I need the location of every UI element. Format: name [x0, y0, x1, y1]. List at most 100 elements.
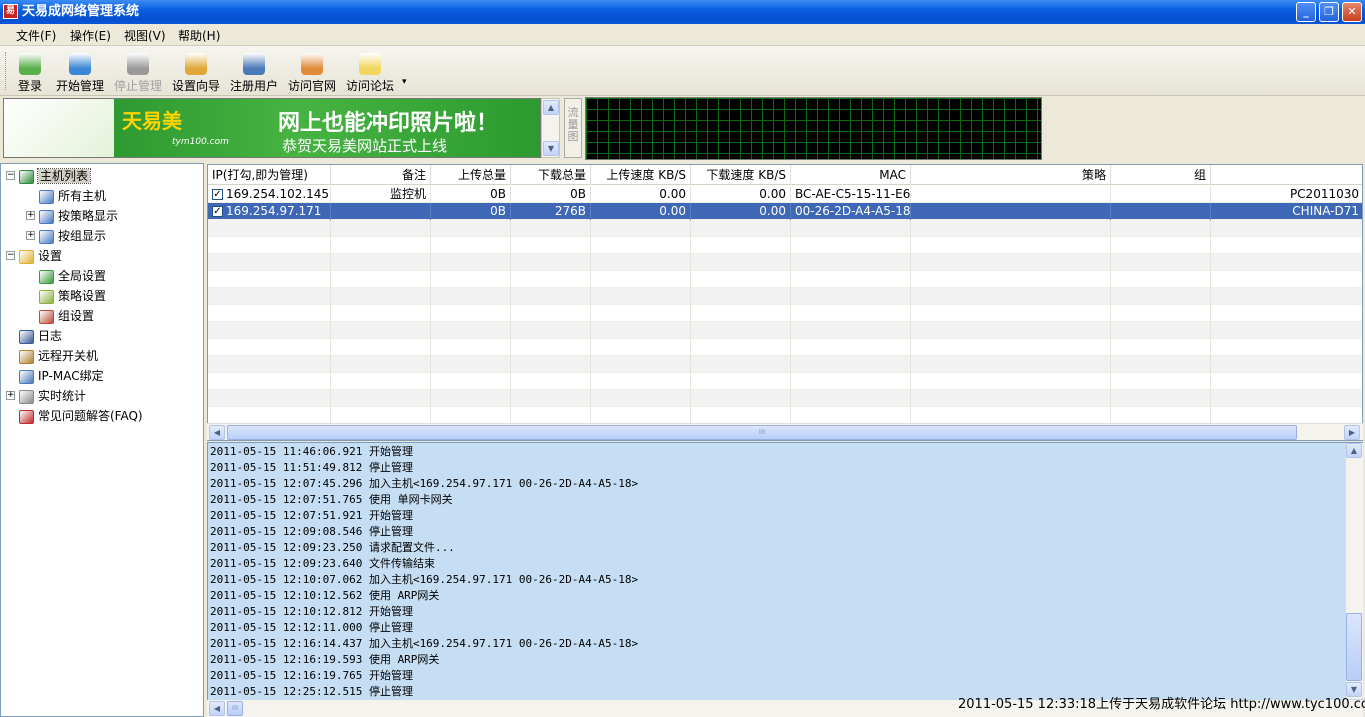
table-cell — [911, 186, 1111, 203]
table-row[interactable] — [208, 339, 1362, 356]
faq-icon — [19, 409, 34, 424]
table-cell: PC2011030 — [1211, 186, 1362, 203]
table-cell — [691, 322, 791, 339]
table-header: IP(打勾,即为管理) 备注 上传总量 下载总量 上传速度 KB/S 下载速度 KB/S M… — [208, 165, 1362, 185]
log-scroll-left[interactable]: ◀ — [209, 701, 225, 716]
column-header[interactable]: 备注 — [331, 165, 431, 185]
table-row[interactable] — [208, 305, 1362, 322]
tree-item-4[interactable]: 设置 — [19, 246, 62, 266]
log-line: 2011-05-15 12:10:12.562 使用 ARP网关 — [210, 589, 440, 602]
table-row[interactable] — [208, 373, 1362, 390]
tree-item-3[interactable]: 按组显示 — [39, 226, 106, 246]
table-row[interactable] — [208, 407, 1362, 424]
ad-banner[interactable]: 天易美 tym100.com 网上也能冲印照片啦！ 恭贺天易美网站正式上线 — [3, 98, 541, 158]
tree-item-2[interactable]: 按策略显示 — [39, 206, 118, 226]
tree-item-11[interactable]: 实时统计 — [19, 386, 86, 406]
banner-scroll-up[interactable]: ▲ — [543, 100, 559, 115]
table-hscrollbar[interactable]: ◀ III ▶ — [207, 423, 1363, 440]
toolbar-more-icon[interactable]: ▾ — [402, 77, 407, 87]
log-scroll-thumb[interactable] — [1346, 613, 1362, 681]
toolbar-button-4[interactable]: 注册用户 — [229, 50, 279, 94]
toolbar-button-2[interactable]: 停止管理 — [113, 50, 163, 94]
banner-scroll-down[interactable]: ▼ — [543, 141, 559, 156]
manage-checkbox[interactable]: ✓ — [212, 206, 223, 217]
tree-item-0[interactable]: 主机列表 — [19, 166, 92, 186]
table-cell: 0.00 — [591, 186, 691, 203]
toolbar-button-label: 开始管理 — [55, 79, 104, 93]
column-header[interactable]: 策略 — [911, 165, 1111, 185]
tree-item-1[interactable]: 所有主机 — [39, 186, 106, 206]
table-row[interactable] — [208, 322, 1362, 339]
table-cell — [431, 339, 511, 356]
tree-expander[interactable]: + — [26, 211, 35, 220]
restore-button[interactable]: ❐ — [1319, 2, 1339, 22]
toolbar-button-label: 设置向导 — [171, 79, 220, 93]
table-cell: 0B — [431, 186, 511, 203]
tree-item-10[interactable]: IP-MAC绑定 — [19, 366, 104, 386]
table-cell — [591, 322, 691, 339]
table-row[interactable] — [208, 390, 1362, 407]
tree-item-5[interactable]: 全局设置 — [39, 266, 106, 286]
manage-checkbox[interactable]: ✓ — [212, 189, 223, 200]
table-row[interactable] — [208, 356, 1362, 373]
nav-tree: − 主机列表 所有主机 + 按策略显示 + 按组显示 − 设置 全局设置 策略设置 组设置 日志 远程开关… — [0, 163, 204, 717]
tree-item-9[interactable]: 远程开关机 — [19, 346, 98, 366]
tree-item-6[interactable]: 策略设置 — [39, 286, 106, 306]
tree-expander[interactable]: − — [6, 251, 15, 260]
cell-text: 276B — [554, 204, 586, 218]
table-row[interactable] — [208, 220, 1362, 237]
table-scroll-right[interactable]: ▶ — [1344, 425, 1360, 440]
column-header[interactable]: MAC — [791, 165, 911, 185]
table-scroll-left[interactable]: ◀ — [209, 425, 225, 440]
menu-help[interactable]: 帮助(H) — [178, 27, 220, 44]
table-row[interactable] — [208, 254, 1362, 271]
minimize-button[interactable]: _ — [1296, 2, 1316, 22]
column-header[interactable]: 组 — [1111, 165, 1211, 185]
toolbar-grip[interactable] — [5, 52, 8, 90]
table-row[interactable] — [208, 288, 1362, 305]
tree-item-7[interactable]: 组设置 — [39, 306, 94, 326]
column-header[interactable]: 上传速度 KB/S — [591, 165, 691, 185]
table-cell — [691, 339, 791, 356]
cell-text: 0.00 — [659, 187, 686, 201]
tree-expander[interactable]: + — [26, 231, 35, 240]
table-cell — [511, 254, 591, 271]
column-header[interactable] — [1211, 165, 1362, 185]
table-row[interactable] — [208, 271, 1362, 288]
toolbar-button-6[interactable]: 访问论坛 — [345, 50, 395, 94]
log-vscrollbar[interactable]: ▲ ▼ — [1346, 443, 1363, 699]
tree-item-8[interactable]: 日志 — [19, 326, 62, 346]
table-cell — [791, 220, 911, 237]
table-row[interactable] — [208, 237, 1362, 254]
banner-scrollbar[interactable]: ▲ ▼ — [541, 98, 560, 158]
column-header[interactable]: IP(打勾,即为管理) — [208, 165, 331, 185]
menu-file[interactable]: 文件(F) — [16, 27, 56, 44]
table-cell — [208, 254, 331, 271]
menu-view[interactable]: 视图(V) — [124, 27, 166, 44]
menu-operate[interactable]: 操作(E) — [70, 27, 111, 44]
toolbar-button-0[interactable]: 登录 — [16, 50, 44, 94]
tree-item-12[interactable]: 常见问题解答(FAQ) — [19, 406, 143, 426]
app-logo-icon: 易 — [3, 4, 18, 19]
log-icon — [19, 329, 34, 344]
log-line: 2011-05-15 12:10:12.812 开始管理 — [210, 605, 413, 618]
table-row[interactable]: ✓ 169.254.102.145 监控机 0B 0B 0.00 0.00 BC-AE-C5-… — [208, 186, 1362, 203]
global-icon — [39, 269, 54, 284]
column-header[interactable]: 下载总量 — [511, 165, 591, 185]
log-hscroll-thumb[interactable]: III — [227, 701, 243, 716]
table-cell — [911, 407, 1111, 424]
table-cell — [691, 407, 791, 424]
column-header[interactable]: 上传总量 — [431, 165, 511, 185]
toolbar-button-3[interactable]: 设置向导 — [171, 50, 221, 94]
column-header[interactable]: 下载速度 KB/S — [691, 165, 791, 185]
toolbar-button-1[interactable]: 开始管理 — [55, 50, 105, 94]
traffic-chart-label: 流量图 — [564, 98, 582, 158]
toolbar-button-5[interactable]: 访问官网 — [287, 50, 337, 94]
tree-expander[interactable]: − — [6, 171, 15, 180]
tree-expander[interactable]: + — [6, 391, 15, 400]
table-row[interactable]: ✓ 169.254.97.171 0B 276B 0.00 0.00 00-26-2D-A4… — [208, 203, 1362, 220]
close-button[interactable]: ✕ — [1342, 2, 1362, 22]
table-scroll-thumb[interactable]: III — [227, 425, 1297, 440]
table-cell — [511, 390, 591, 407]
log-scroll-up[interactable]: ▲ — [1346, 443, 1362, 458]
